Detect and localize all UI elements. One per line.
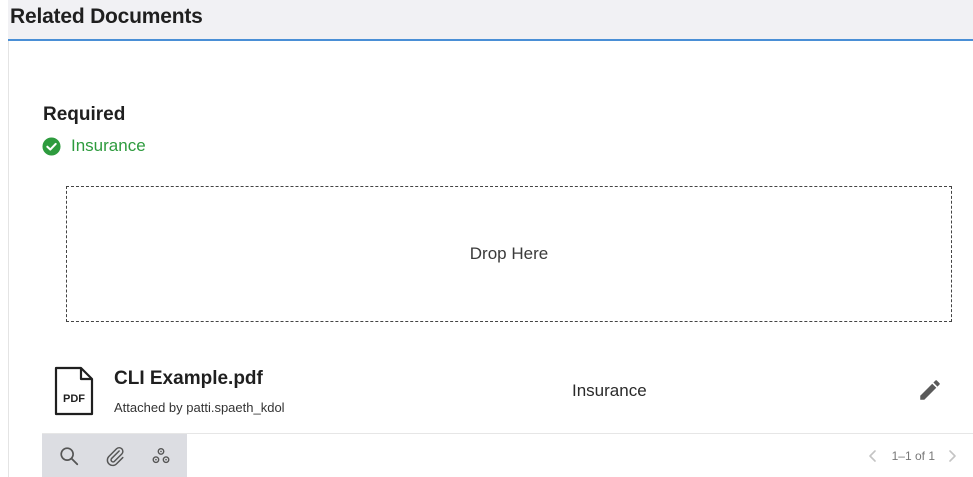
document-attached-by: Attached by patti.spaeth_kdol	[114, 400, 285, 415]
required-item-label: Insurance	[71, 136, 146, 155]
document-name[interactable]: CLI Example.pdf	[114, 368, 263, 390]
required-section-label: Required	[43, 104, 126, 125]
documents-toolbar	[42, 434, 187, 477]
file-drop-zone[interactable]: Drop Here	[66, 186, 952, 322]
pencil-icon	[920, 380, 940, 400]
settings-cluster-icon	[152, 447, 170, 463]
chevron-left-icon	[868, 449, 876, 462]
edit-document-button[interactable]	[914, 374, 946, 406]
previous-page-button[interactable]	[864, 447, 882, 465]
related-documents-panel: Related Documents Required Insurance Dro…	[0, 0, 973, 477]
pdf-icon-text: PDF	[63, 393, 85, 405]
pagination-label: 1–1 of 1	[891, 448, 935, 463]
document-row[interactable]: PDF CLI Example.pdf Attached by patti.sp…	[42, 358, 973, 434]
attach-file-button[interactable]	[103, 444, 127, 468]
document-category: Insurance	[572, 381, 647, 400]
manage-settings-button[interactable]	[149, 444, 173, 468]
panel-left-border	[8, 41, 9, 477]
paperclip-icon	[106, 446, 124, 466]
next-page-button[interactable]	[943, 447, 961, 465]
search-button[interactable]	[57, 444, 81, 468]
pdf-file-icon: PDF	[54, 366, 94, 416]
pagination: 1–1 of 1	[864, 434, 961, 477]
chevron-right-icon	[949, 449, 956, 462]
panel-title: Related Documents	[10, 5, 203, 28]
check-circle-icon	[42, 136, 61, 156]
panel-header: Related Documents	[8, 0, 973, 41]
search-icon	[60, 446, 79, 465]
drop-zone-label: Drop Here	[469, 244, 549, 263]
required-item-insurance: Insurance	[42, 135, 146, 157]
